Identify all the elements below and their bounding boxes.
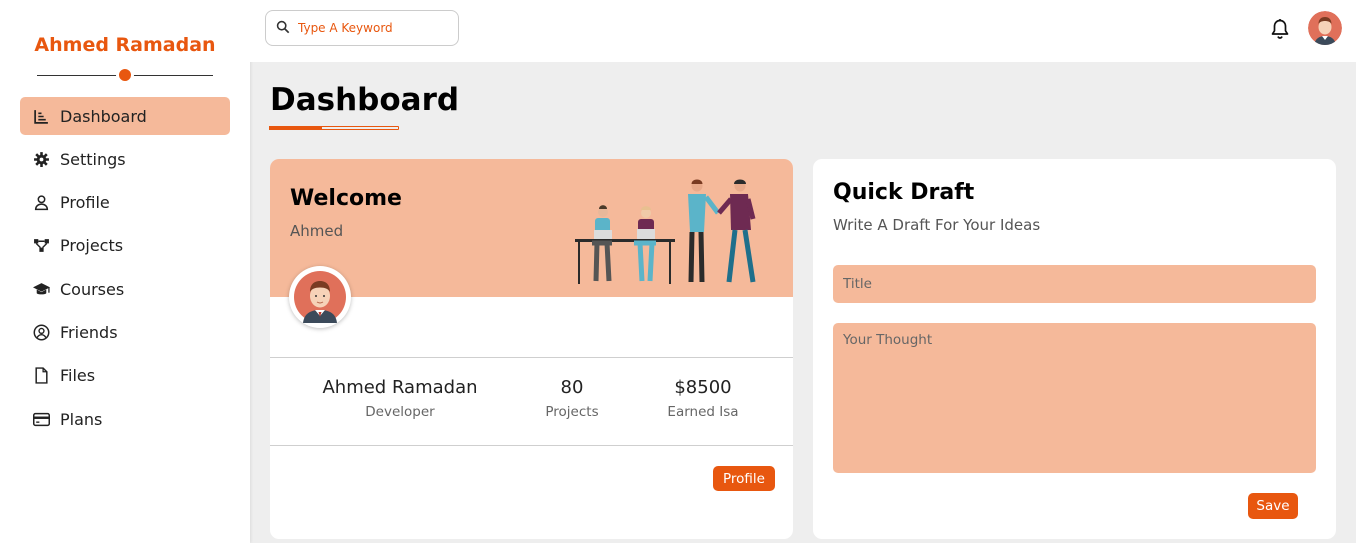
welcome-card: Welcome Ahmed Ahmed Ramadan Developer 80… bbox=[270, 159, 793, 539]
file-icon bbox=[32, 367, 50, 385]
sidebar-item-label: Dashboard bbox=[60, 106, 147, 126]
avatar bbox=[289, 266, 351, 328]
sidebar-item-friends[interactable]: Friends bbox=[20, 313, 230, 351]
divider bbox=[270, 357, 793, 358]
sidebar-item-label: Courses bbox=[60, 279, 125, 299]
sidebar-item-projects[interactable]: Projects bbox=[20, 227, 230, 265]
diagram-icon bbox=[32, 237, 50, 255]
sidebar: Ahmed Ramadan Dashboard Settings Profile bbox=[0, 0, 250, 543]
bell-icon[interactable] bbox=[1270, 18, 1290, 40]
stat-value: 80 bbox=[560, 377, 584, 398]
draft-thought-textarea[interactable] bbox=[833, 323, 1316, 473]
search-icon bbox=[276, 19, 290, 38]
stat-label: Projects bbox=[545, 404, 599, 420]
sidebar-item-label: Plans bbox=[60, 409, 103, 429]
stat-label: Developer bbox=[365, 404, 435, 420]
user-circle-icon bbox=[32, 323, 50, 341]
sidebar-item-label: Files bbox=[60, 366, 96, 386]
draft-title: Quick Draft bbox=[833, 180, 975, 205]
sidebar-item-settings[interactable]: Settings bbox=[20, 140, 230, 178]
welcome-name: Ahmed bbox=[290, 222, 344, 240]
save-button[interactable]: Save bbox=[1248, 493, 1298, 519]
profile-button[interactable]: Profile bbox=[713, 466, 775, 491]
draft-title-input[interactable] bbox=[833, 265, 1316, 303]
graduation-cap-icon bbox=[32, 280, 50, 298]
sidebar-item-label: Settings bbox=[60, 149, 126, 169]
brand-name: Ahmed Ramadan bbox=[34, 34, 216, 56]
divider bbox=[270, 445, 793, 446]
stat-earned: $8500 Earned Isa bbox=[653, 377, 753, 420]
chart-icon bbox=[32, 107, 50, 125]
sidebar-item-label: Friends bbox=[60, 322, 118, 342]
welcome-banner: Welcome Ahmed bbox=[270, 159, 793, 297]
sidebar-item-courses[interactable]: Courses bbox=[20, 270, 230, 308]
draft-subtitle: Write A Draft For Your Ideas bbox=[833, 216, 1041, 234]
brand-dot bbox=[116, 66, 134, 84]
quick-draft-card: Quick Draft Write A Draft For Your Ideas… bbox=[813, 159, 1336, 539]
sidebar-item-label: Profile bbox=[60, 193, 110, 213]
team-illustration bbox=[575, 179, 756, 284]
sidebar-item-plans[interactable]: Plans bbox=[20, 400, 230, 438]
search-input[interactable] bbox=[298, 21, 448, 35]
stat-value: Ahmed Ramadan bbox=[322, 377, 478, 398]
user-icon bbox=[32, 194, 50, 212]
stat-label: Earned Isa bbox=[667, 404, 739, 420]
sidebar-item-profile[interactable]: Profile bbox=[20, 184, 230, 222]
page-title: Dashboard bbox=[270, 82, 460, 118]
gear-icon bbox=[32, 150, 50, 168]
stat-projects: 80 Projects bbox=[522, 377, 622, 420]
sidebar-item-dashboard[interactable]: Dashboard bbox=[20, 97, 230, 135]
sidebar-item-label: Projects bbox=[60, 236, 124, 256]
avatar[interactable] bbox=[1308, 11, 1342, 45]
top-header bbox=[250, 0, 1356, 62]
sidebar-nav: Dashboard Settings Profile Projects Cour… bbox=[20, 97, 230, 443]
sidebar-item-files[interactable]: Files bbox=[20, 357, 230, 395]
title-underline-accent bbox=[269, 126, 322, 130]
welcome-title: Welcome bbox=[290, 186, 402, 211]
credit-card-icon bbox=[32, 410, 50, 428]
stat-name: Ahmed Ramadan Developer bbox=[300, 377, 500, 420]
stat-value: $8500 bbox=[674, 377, 732, 398]
search-box[interactable] bbox=[265, 10, 459, 46]
